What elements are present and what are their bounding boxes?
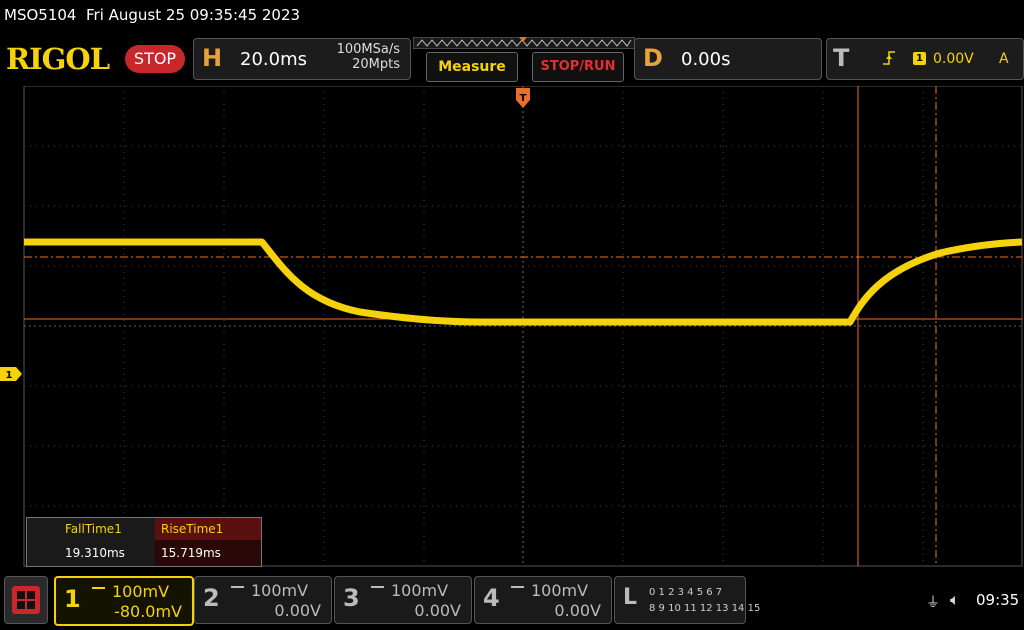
svg-text:T: T xyxy=(520,93,527,104)
dc-coupling-icon xyxy=(231,586,244,594)
rise-time-value: 15.719ms xyxy=(155,540,261,566)
channel-4-scale: 100mV xyxy=(531,581,589,600)
graticule xyxy=(23,86,1023,567)
fall-time-label: FallTime1 xyxy=(27,518,155,540)
channel-4-panel[interactable]: 4 100mV 0.00V xyxy=(474,576,612,624)
main-menu-button[interactable] xyxy=(4,576,48,624)
rigol-logo: RIGOL xyxy=(6,42,110,76)
trigger-letter: T xyxy=(833,44,850,72)
stop-run-button[interactable]: STOP/RUN xyxy=(532,52,624,82)
dc-coupling-icon xyxy=(511,586,524,594)
channel-3-panel[interactable]: 3 100mV 0.00V xyxy=(334,576,472,624)
logic-letter: L xyxy=(623,585,638,610)
waveform-overview-strip xyxy=(413,37,635,49)
status-line: MSO5104 Fri August 25 09:35:45 2023 xyxy=(4,6,300,24)
horizontal-panel[interactable]: H 20.0ms 100MSa/s 20Mpts xyxy=(193,38,411,80)
measure-button[interactable]: Measure xyxy=(426,52,518,82)
grid-menu-icon xyxy=(12,586,40,614)
dc-coupling-icon xyxy=(92,587,105,595)
channel-1-number: 1 xyxy=(64,585,81,613)
channel-3-number: 3 xyxy=(343,584,360,612)
channel-4-offset: 0.00V xyxy=(554,601,601,620)
delay-value: 0.00s xyxy=(681,49,731,70)
delay-letter: D xyxy=(643,44,663,72)
datetime: Fri August 25 09:35:45 2023 xyxy=(86,6,301,24)
channel-4-number: 4 xyxy=(483,584,500,612)
channel-1-marker-label: 1 xyxy=(6,370,13,381)
usb-icon: ⏚ xyxy=(926,595,940,611)
trigger-panel[interactable]: T 1 0.00V A xyxy=(826,38,1024,80)
trigger-level: 0.00V xyxy=(933,51,974,67)
model-name: MSO5104 xyxy=(4,6,77,24)
run-state-badge[interactable]: STOP xyxy=(125,45,185,73)
channel-2-scale: 100mV xyxy=(251,581,309,600)
dc-coupling-icon xyxy=(371,586,384,594)
channel-2-offset: 0.00V xyxy=(274,601,321,620)
clock: 09:35 xyxy=(976,591,1020,609)
fall-time-value: 19.310ms xyxy=(65,546,125,560)
channel-3-scale: 100mV xyxy=(391,581,449,600)
channel-1-scale: 100mV xyxy=(112,582,170,601)
channel-2-number: 2 xyxy=(203,584,220,612)
channel-1-offset: -80.0mV xyxy=(114,602,182,621)
channel-1-panel[interactable]: 1 100mV -80.0mV xyxy=(54,576,194,626)
trigger-source-badge: 1 xyxy=(913,52,926,65)
rising-edge-icon xyxy=(883,51,895,65)
memory-depth: 20Mpts xyxy=(352,57,400,72)
horizontal-letter: H xyxy=(202,44,223,72)
channel-2-panel[interactable]: 2 100mV 0.00V xyxy=(194,576,332,624)
speaker-muted-icon[interactable]: 🔈︎ xyxy=(950,590,960,610)
waveform-display[interactable]: T 1 xyxy=(0,86,1024,568)
rise-time-label: RiseTime1 xyxy=(155,518,261,540)
logic-channels-row-1: 0 1 2 3 4 5 6 7 xyxy=(649,587,723,598)
measurement-results-panel[interactable]: FallTime1 RiseTime1 19.310ms 15.719ms xyxy=(26,517,262,567)
channel-3-offset: 0.00V xyxy=(414,601,461,620)
trigger-mode: A xyxy=(999,51,1009,67)
delay-panel[interactable]: D 0.00s xyxy=(634,38,822,80)
logic-analyzer-panel[interactable]: L 0 1 2 3 4 5 6 7 8 9 10 11 12 13 14 15 xyxy=(614,576,760,624)
sample-rate: 100MSa/s xyxy=(336,42,400,57)
timebase-value: 20.0ms xyxy=(240,49,307,70)
logic-channels-row-2: 8 9 10 11 12 13 14 15 xyxy=(649,603,761,614)
